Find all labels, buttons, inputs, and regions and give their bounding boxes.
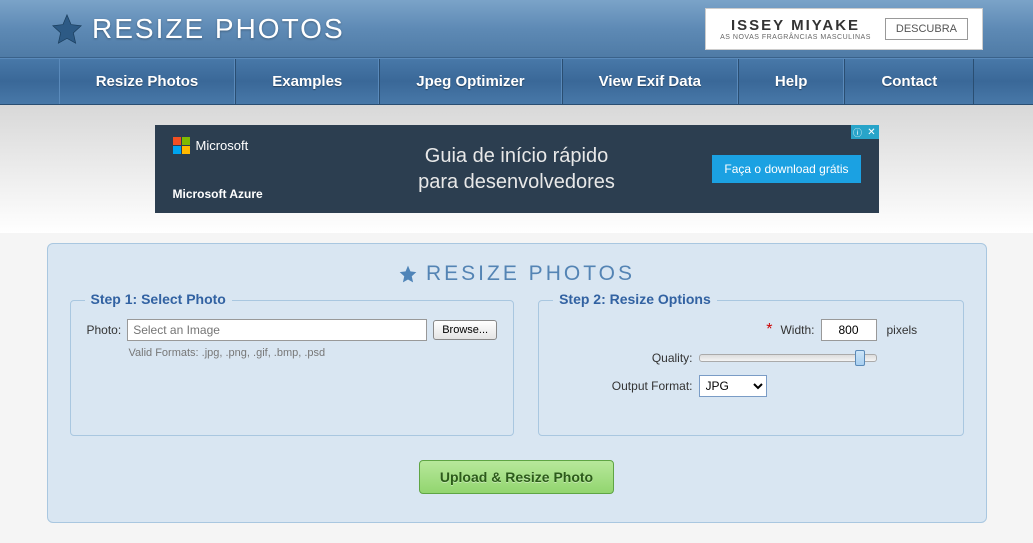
width-label: Width: [780,323,814,337]
ad-close-icon[interactable]: ✕ [865,125,879,139]
quality-slider[interactable] [699,354,877,362]
ad-brand: ISSEY MIYAKE AS NOVAS FRAGRÂNCIAS MASCUL… [720,17,871,41]
logo-area: RESIZE PHOTOS [50,12,345,46]
step1-legend: Step 1: Select Photo [85,291,232,307]
main-heading: RESIZE PHOTOS [70,262,964,286]
banner-ad[interactable]: ⓘ ✕ Microsoft Microsoft Azure Guia de in… [155,125,879,213]
main-nav: Resize Photos Examples Jpeg Optimizer Vi… [0,58,1033,105]
ad-cta-button[interactable]: DESCUBRA [885,18,968,40]
banner-text: Guia de início rápido para desenvolvedor… [418,143,615,195]
star-icon [398,264,418,284]
microsoft-label: Microsoft [196,138,249,153]
photo-label: Photo: [87,323,122,337]
main-panel: RESIZE PHOTOS Step 1: Select Photo Photo… [47,243,987,523]
nav-view-exif[interactable]: View Exif Data [562,59,738,104]
width-input[interactable] [821,319,877,341]
nav-contact[interactable]: Contact [844,59,974,104]
banner-line1: Guia de início rápido [418,143,615,169]
microsoft-logo: Microsoft [173,137,249,154]
nav-help[interactable]: Help [738,59,845,104]
site-title: RESIZE PHOTOS [92,13,345,45]
ad-info-icon[interactable]: ⓘ [851,125,865,139]
format-hint: Valid Formats: .jpg, .png, .gif, .bmp, .… [129,347,498,359]
banner-area: ⓘ ✕ Microsoft Microsoft Azure Guia de in… [0,105,1033,233]
upload-resize-button[interactable]: Upload & Resize Photo [419,460,614,494]
nav-examples[interactable]: Examples [235,59,379,104]
ad-tagline: AS NOVAS FRAGRÂNCIAS MASCULINAS [720,34,871,41]
banner-cta-button[interactable]: Faça o download grátis [712,155,860,183]
step1-panel: Step 1: Select Photo Photo: Browse... Va… [70,300,515,436]
required-mark: * [766,321,772,339]
header-ad[interactable]: ISSEY MIYAKE AS NOVAS FRAGRÂNCIAS MASCUL… [705,8,983,50]
banner-line2: para desenvolvedores [418,169,615,195]
step2-legend: Step 2: Resize Options [553,291,717,307]
photo-input[interactable] [127,319,427,341]
azure-label: Microsoft Azure [173,187,263,201]
quality-label: Quality: [593,351,693,365]
width-unit: pixels [887,323,947,337]
ad-brand-title: ISSEY MIYAKE [731,17,860,34]
nav-resize-photos[interactable]: Resize Photos [59,59,236,104]
site-header: RESIZE PHOTOS ISSEY MIYAKE AS NOVAS FRAG… [0,0,1033,58]
nav-jpeg-optimizer[interactable]: Jpeg Optimizer [379,59,561,104]
format-label: Output Format: [593,379,693,393]
star-icon [50,12,84,46]
step2-panel: Step 2: Resize Options * Width: pixels Q… [538,300,963,436]
slider-thumb[interactable] [855,350,865,366]
browse-button[interactable]: Browse... [433,320,497,340]
format-select[interactable]: JPG [699,375,767,397]
main-heading-text: RESIZE PHOTOS [426,262,635,286]
